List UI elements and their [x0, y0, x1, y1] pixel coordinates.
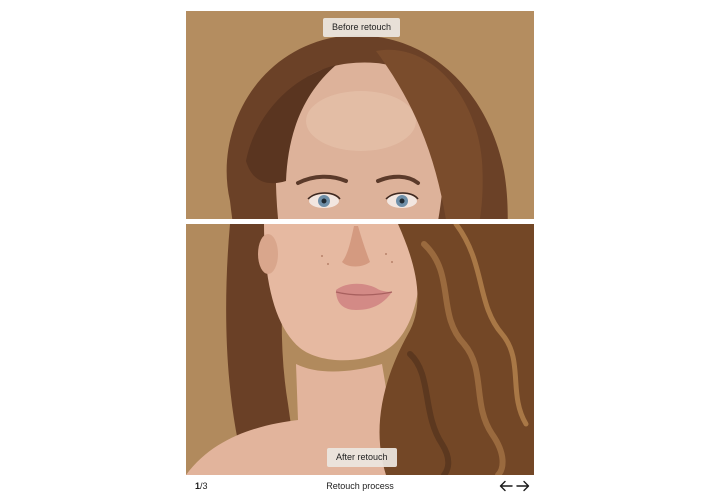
before-after-viewer[interactable]: Before retouch After retouch [186, 11, 534, 475]
slide-caption: Retouch process [326, 481, 394, 491]
before-photo [186, 11, 534, 219]
viewer-footer: 1/3 Retouch process [186, 478, 534, 496]
before-retouch-label: Before retouch [323, 18, 401, 37]
next-slide-button[interactable] [516, 480, 530, 492]
arrow-left-icon [499, 480, 513, 492]
after-photo [186, 224, 534, 475]
arrow-right-icon [516, 480, 530, 492]
after-retouch-label: After retouch [327, 448, 397, 467]
prev-slide-button[interactable] [499, 480, 513, 492]
